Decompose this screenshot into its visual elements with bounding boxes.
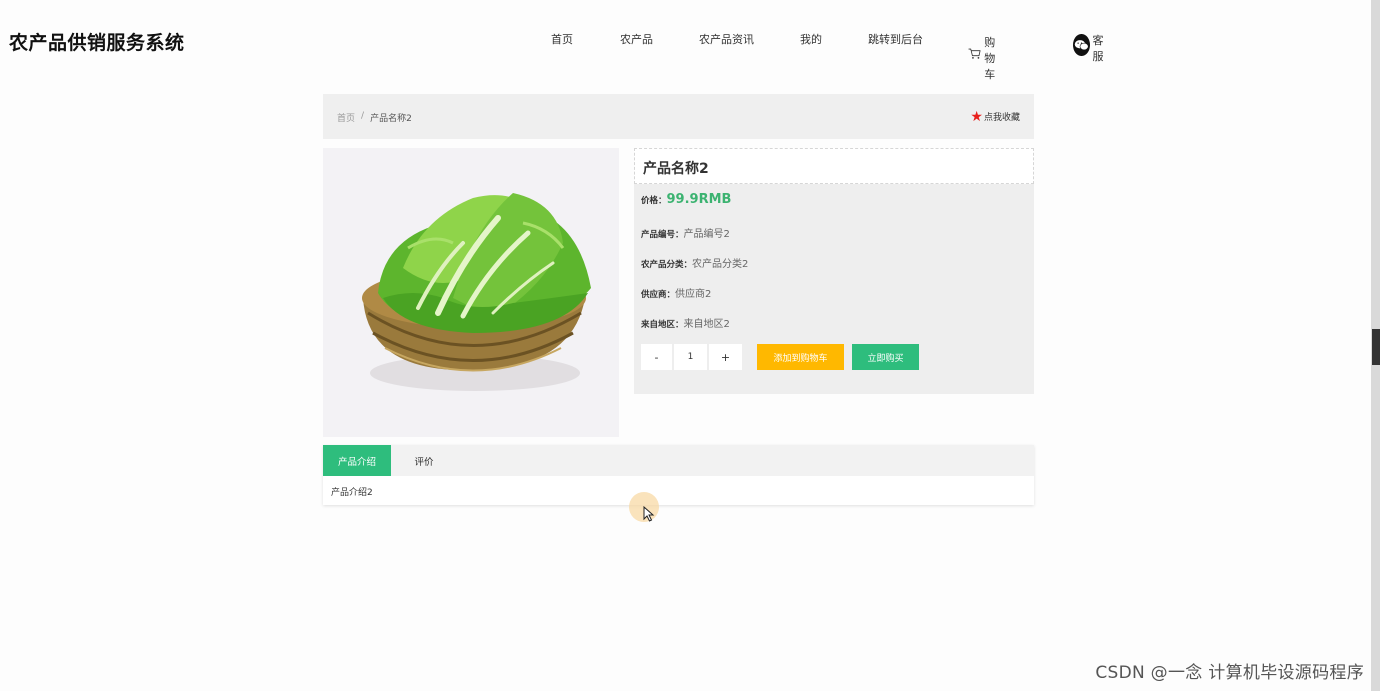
- nav-service[interactable]: 客服: [1073, 26, 1109, 64]
- tab-content: 产品介绍2: [331, 488, 373, 498]
- breadcrumb-home[interactable]: 首页: [337, 111, 355, 124]
- nav-cart-label: 购物车: [984, 36, 996, 81]
- star-icon: ★: [970, 108, 983, 125]
- nav-cart[interactable]: 购物车: [968, 26, 1004, 82]
- quantity-input[interactable]: 1: [673, 344, 708, 370]
- nav-news[interactable]: 农产品资讯: [699, 31, 754, 47]
- breadcrumb-separator: /: [361, 111, 365, 121]
- mouse-cursor-icon: [643, 506, 655, 522]
- add-to-cart-button[interactable]: 添加到购物车: [757, 344, 844, 370]
- vertical-scrollbar[interactable]: [1371, 0, 1380, 691]
- supplier-row: 供应商：供应商2: [641, 285, 711, 300]
- breadcrumb: 首页 / 产品名称2: [337, 111, 412, 124]
- site-title: 农产品供销服务系统: [9, 32, 185, 54]
- nav-mine[interactable]: 我的: [800, 31, 822, 47]
- favorite-label: 点我收藏: [983, 113, 1020, 123]
- tab-reviews[interactable]: 评价: [391, 445, 457, 476]
- scrollbar-thumb[interactable]: [1372, 329, 1380, 365]
- category-row: 农产品分类：农产品分类2: [641, 255, 748, 270]
- price-row: 价格：99.9RMB: [641, 192, 731, 207]
- supplier-value: 供应商2: [675, 289, 712, 300]
- tab-header: 产品介绍 评价: [323, 445, 1034, 476]
- breadcrumb-current: 产品名称2: [370, 114, 412, 124]
- nav-products[interactable]: 农产品: [620, 31, 653, 47]
- quantity-decrease-button[interactable]: -: [641, 344, 672, 370]
- favorite-button[interactable]: ★ 点我收藏: [970, 108, 1020, 125]
- supplier-label: 供应商：: [641, 290, 676, 300]
- page: 农产品供销服务系统 首页 农产品 农产品资讯 我的 跳转到后台 购物车 客服 首…: [0, 0, 1380, 691]
- product-image: [323, 148, 619, 437]
- tab-intro[interactable]: 产品介绍: [323, 445, 391, 476]
- buy-now-button[interactable]: 立即购买: [852, 344, 919, 370]
- code-row: 产品编号：产品编号2: [641, 225, 730, 240]
- product-tabs: 产品介绍 评价 产品介绍2: [323, 445, 1034, 505]
- price-label: 价格：: [641, 196, 667, 206]
- cart-icon: [968, 48, 981, 59]
- category-label: 农产品分类：: [641, 260, 693, 270]
- origin-row: 来自地区：来自地区2: [641, 315, 730, 330]
- breadcrumb-bar: 首页 / 产品名称2 ★ 点我收藏: [323, 94, 1034, 139]
- origin-label: 来自地区：: [641, 320, 684, 330]
- lettuce-basket-image: [362, 193, 591, 391]
- product-info-panel: 产品名称2 价格：99.9RMB 产品编号：产品编号2 农产品分类：农产品分类2…: [634, 148, 1034, 394]
- nav-admin[interactable]: 跳转到后台: [868, 31, 923, 47]
- nav-service-label: 客服: [1092, 34, 1104, 63]
- product-name-box: 产品名称2: [634, 148, 1034, 184]
- watermark: CSDN @一念 计算机毕设源码程序: [1095, 663, 1364, 683]
- price-value: 99.9RMB: [666, 192, 732, 207]
- code-label: 产品编号：: [641, 230, 684, 240]
- quantity-increase-button[interactable]: +: [709, 344, 742, 370]
- category-value: 农产品分类2: [692, 259, 749, 270]
- origin-value: 来自地区2: [683, 319, 730, 330]
- product-name: 产品名称2: [643, 161, 709, 177]
- nav-home[interactable]: 首页: [551, 31, 573, 47]
- code-value: 产品编号2: [683, 229, 730, 240]
- wechat-icon: [1073, 34, 1090, 56]
